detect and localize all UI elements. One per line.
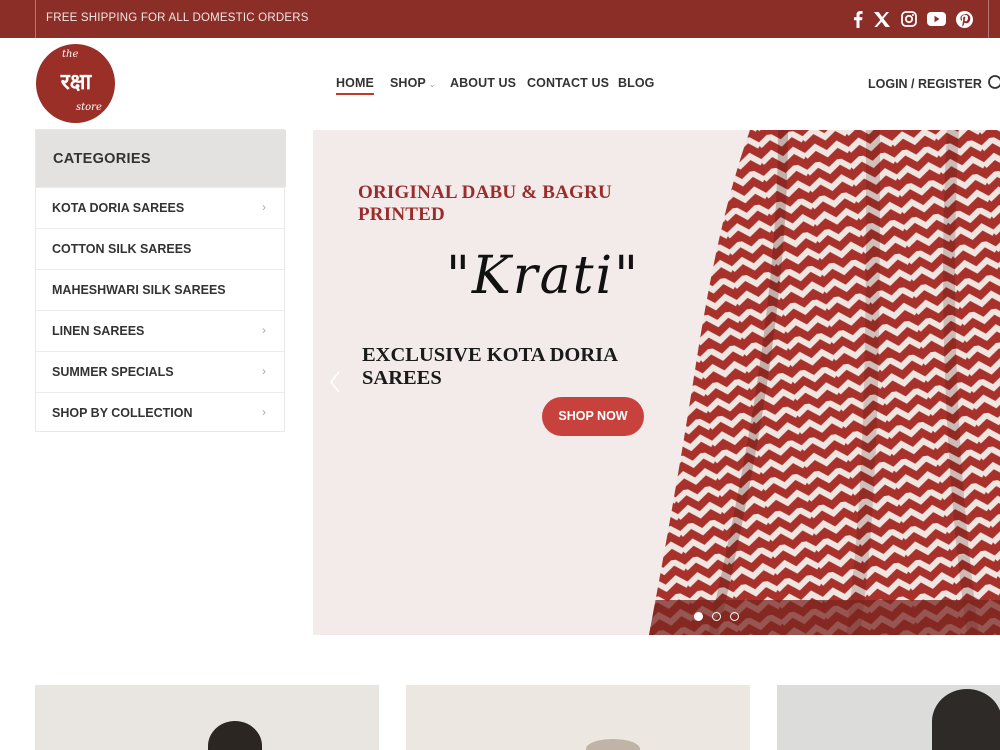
announcement-bar: FREE SHIPPING FOR ALL DOMESTIC ORDERS bbox=[0, 0, 1000, 38]
search-icon[interactable] bbox=[986, 74, 1000, 97]
category-item-shop-by-collection[interactable]: SHOP BY COLLECTION › bbox=[36, 392, 284, 433]
chevron-left-icon[interactable] bbox=[328, 370, 342, 399]
model-photo bbox=[932, 689, 1000, 750]
hero-script-title: "Krati" bbox=[446, 246, 641, 306]
pinterest-icon[interactable] bbox=[955, 9, 973, 29]
product-image[interactable] bbox=[406, 685, 750, 750]
logo-script-top: the bbox=[62, 49, 79, 60]
model-photo bbox=[586, 739, 640, 750]
category-item-cotton-silk[interactable]: COTTON SILK SAREES bbox=[36, 228, 284, 269]
logo-script-bottom: store bbox=[76, 102, 102, 113]
chevron-right-icon: › bbox=[262, 405, 266, 419]
facebook-icon[interactable] bbox=[851, 9, 865, 29]
nav-blog-label: BLOG bbox=[618, 76, 655, 90]
nav-contact-us[interactable]: CONTACT US bbox=[527, 76, 609, 94]
chevron-right-icon: › bbox=[262, 323, 266, 337]
nav-home-label: HOME bbox=[336, 76, 374, 90]
nav-about-label: ABOUT US bbox=[450, 76, 517, 90]
slider-dot[interactable] bbox=[694, 612, 703, 621]
product-image[interactable] bbox=[35, 685, 379, 750]
category-item-summer-specials[interactable]: SUMMER SPECIALS › bbox=[36, 351, 284, 392]
model-photo bbox=[208, 721, 262, 750]
x-icon[interactable] bbox=[873, 9, 891, 29]
divider bbox=[988, 0, 989, 38]
nav-shop-label: SHOP bbox=[390, 76, 426, 90]
hero-heading: ORIGINAL DABU & BAGRU PRINTED bbox=[358, 182, 612, 225]
nav-about-us[interactable]: ABOUT US bbox=[450, 76, 516, 94]
instagram-icon[interactable] bbox=[900, 9, 918, 29]
divider bbox=[35, 0, 36, 38]
hero-subheading: EXCLUSIVE KOTA DORIA SAREES bbox=[362, 344, 617, 389]
shop-now-button[interactable]: SHOP NOW bbox=[542, 397, 644, 436]
categories-panel: CATEGORIES KOTA DORIA SAREES › COTTON SI… bbox=[35, 129, 286, 433]
product-image[interactable] bbox=[777, 685, 1000, 750]
youtube-icon[interactable] bbox=[926, 9, 946, 29]
slider-dot[interactable] bbox=[712, 612, 721, 621]
slider-dot[interactable] bbox=[730, 612, 739, 621]
chevron-right-icon: › bbox=[262, 364, 266, 378]
category-item-kota-doria[interactable]: KOTA DORIA SAREES › bbox=[36, 187, 284, 228]
category-item-linen[interactable]: LINEN SAREES › bbox=[36, 310, 284, 351]
nav-shop[interactable]: SHOP ⌄ bbox=[390, 76, 436, 94]
nav-home[interactable]: HOME bbox=[336, 76, 374, 95]
chevron-down-icon: ⌄ bbox=[428, 80, 436, 89]
categories-title: CATEGORIES bbox=[53, 151, 151, 167]
category-label: COTTON SILK SAREES bbox=[52, 242, 192, 256]
category-item-maheshwari[interactable]: MAHESHWARI SILK SAREES bbox=[36, 269, 284, 310]
logo-text: रक्षा bbox=[60, 69, 92, 95]
category-label: KOTA DORIA SAREES bbox=[52, 201, 185, 215]
category-label: LINEN SAREES bbox=[52, 324, 145, 338]
chevron-right-icon: › bbox=[262, 200, 266, 214]
nav-contact-label: CONTACT US bbox=[527, 76, 610, 90]
category-label: SUMMER SPECIALS bbox=[52, 365, 174, 379]
shipping-notice: FREE SHIPPING FOR ALL DOMESTIC ORDERS bbox=[46, 12, 309, 24]
login-register-link[interactable]: LOGIN / REGISTER bbox=[868, 77, 982, 91]
nav-blog[interactable]: BLOG bbox=[618, 76, 655, 94]
categories-header: CATEGORIES bbox=[36, 130, 286, 187]
category-label: SHOP BY COLLECTION bbox=[52, 406, 193, 420]
category-label: MAHESHWARI SILK SAREES bbox=[52, 283, 226, 297]
store-logo[interactable]: the रक्षा store bbox=[36, 44, 115, 123]
